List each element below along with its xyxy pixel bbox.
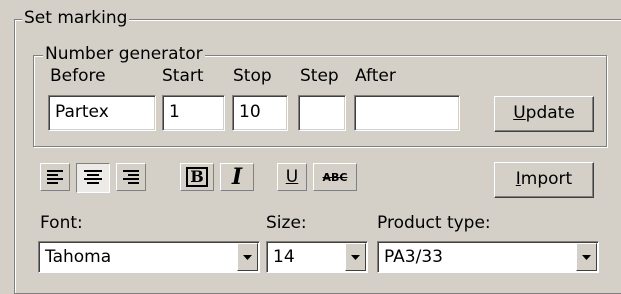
bold-button[interactable]: B — [180, 163, 214, 191]
start-field[interactable]: 1 — [162, 95, 225, 131]
font-value: Tahoma — [45, 247, 112, 267]
align-right-button[interactable] — [116, 163, 146, 191]
font-combobox[interactable]: Tahoma — [38, 241, 260, 273]
strikethrough-icon: ABC — [322, 170, 348, 184]
strikethrough-button[interactable]: ABC — [313, 163, 357, 191]
size-combobox[interactable]: 14 — [266, 241, 368, 273]
bold-icon: B — [186, 167, 208, 187]
underline-icon: U — [285, 166, 299, 187]
align-left-icon — [46, 169, 64, 185]
italic-icon: I — [231, 164, 243, 190]
chevron-down-icon[interactable] — [345, 243, 366, 271]
product-type-label: Product type: — [377, 213, 491, 233]
align-left-button[interactable] — [40, 163, 70, 191]
update-button[interactable]: Update — [494, 96, 594, 132]
before-field[interactable]: Partex — [48, 95, 156, 131]
chevron-down-icon[interactable] — [576, 243, 597, 271]
import-button-label: mport — [520, 169, 573, 189]
before-label: Before — [50, 66, 106, 86]
import-button[interactable]: Import — [494, 162, 594, 198]
align-right-icon — [122, 169, 140, 185]
number-generator-legend: Number generator — [43, 44, 205, 64]
chevron-down-icon[interactable] — [237, 243, 258, 271]
after-field[interactable] — [354, 95, 460, 131]
update-button-label: pdate — [525, 103, 575, 123]
underline-button[interactable]: U — [277, 163, 307, 191]
italic-button[interactable]: I — [220, 163, 254, 191]
start-label: Start — [162, 66, 204, 86]
font-label: Font: — [40, 213, 83, 233]
size-label: Size: — [266, 213, 307, 233]
align-center-icon — [83, 169, 103, 187]
step-field[interactable] — [298, 95, 346, 131]
update-button-accelerator: U — [513, 103, 526, 123]
product-type-combobox[interactable]: PA3/33 — [377, 241, 599, 273]
align-center-button[interactable] — [76, 163, 110, 193]
product-type-value: PA3/33 — [384, 247, 443, 267]
stop-field[interactable]: 10 — [232, 95, 288, 131]
after-label: After — [355, 66, 396, 86]
stop-label: Stop — [233, 66, 272, 86]
step-label: Step — [300, 66, 339, 86]
size-value: 14 — [273, 247, 295, 267]
set-marking-legend: Set marking — [22, 8, 130, 28]
